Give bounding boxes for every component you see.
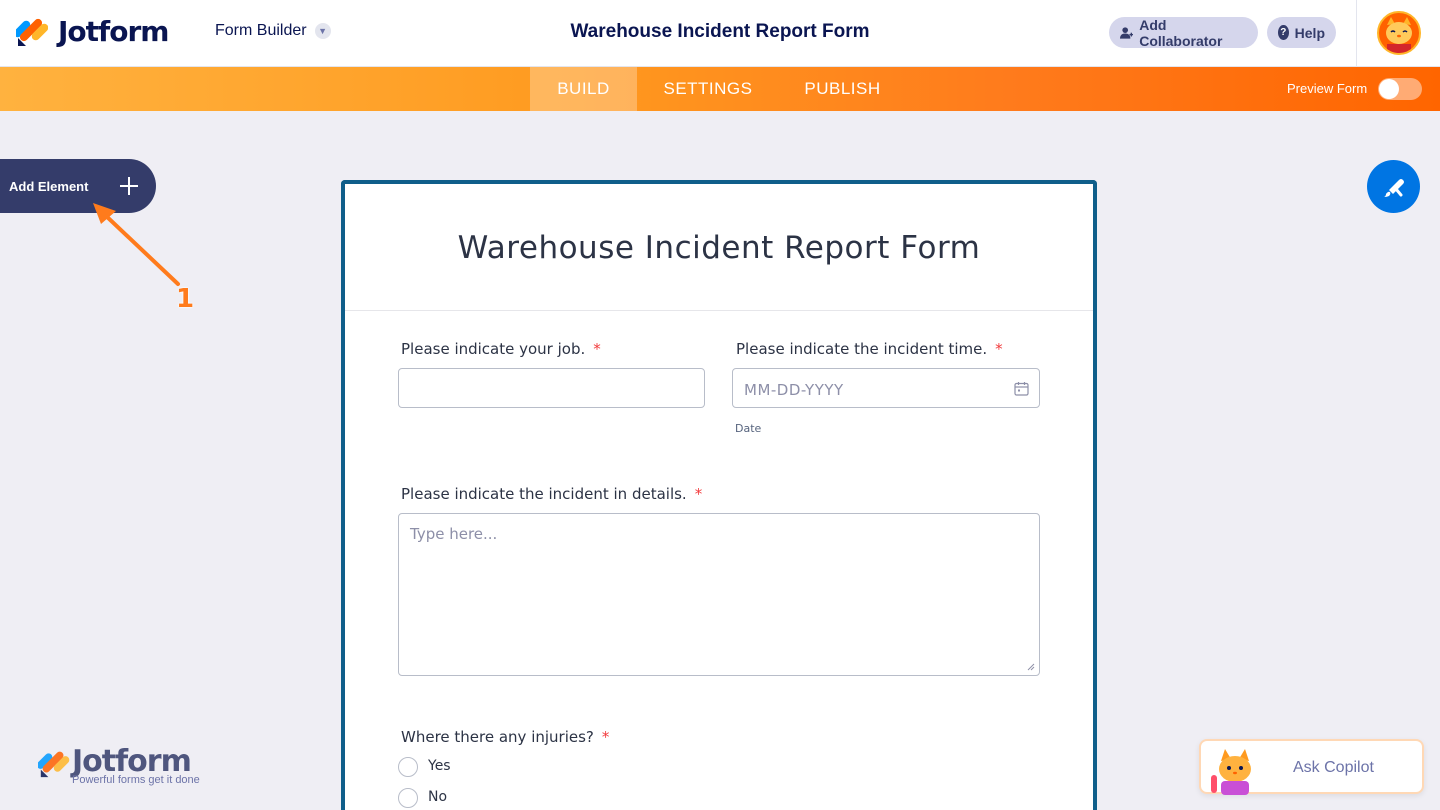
copilot-cat-icon [1211, 749, 1251, 795]
required-mark: * [694, 485, 703, 503]
date-placeholder: MM-DD-YYYY [744, 381, 844, 399]
form-header[interactable]: Warehouse Incident Report Form [345, 184, 1093, 311]
user-avatar[interactable] [1377, 11, 1421, 55]
radio-no-label[interactable]: No [428, 789, 447, 805]
incident-date-input[interactable]: MM-DD-YYYY [732, 368, 1040, 408]
add-element-button[interactable]: Add Element [0, 159, 156, 213]
form-canvas: Warehouse Incident Report Form Please in… [341, 180, 1097, 810]
injuries-field-label[interactable]: Where there any injuries? * [401, 728, 609, 746]
required-mark: * [601, 728, 610, 746]
ask-copilot-label: Ask Copilot [1293, 759, 1374, 776]
injuries-label-text: Where there any injuries? [401, 728, 594, 746]
form-title[interactable]: Warehouse Incident Report Form [345, 230, 1093, 266]
header-divider [1356, 0, 1357, 67]
cat-avatar-icon [1386, 17, 1412, 53]
paint-roller-icon [1383, 178, 1404, 197]
form-designer-button[interactable] [1367, 160, 1420, 213]
tab-settings[interactable]: SETTINGS [640, 67, 776, 111]
required-mark: * [995, 340, 1003, 358]
incident-details-field-label[interactable]: Please indicate the incident in details.… [401, 485, 702, 503]
radio-yes-label[interactable]: Yes [428, 758, 451, 774]
incident-details-label-text: Please indicate the incident in details. [401, 485, 687, 503]
annotation-step-number: 1 [176, 284, 195, 314]
date-sublabel: Date [735, 422, 762, 435]
builder-navbar: BUILD SETTINGS PUBLISH Preview Form [0, 67, 1440, 111]
job-field-label[interactable]: Please indicate your job. * [401, 340, 601, 358]
job-label-text: Please indicate your job. [401, 340, 586, 358]
chevron-down-icon: ▼ [314, 23, 331, 39]
tab-publish[interactable]: PUBLISH [785, 67, 900, 111]
calendar-icon[interactable] [1014, 381, 1029, 396]
resize-handle-icon[interactable] [1027, 663, 1035, 671]
incident-details-textarea[interactable]: Type here... [398, 513, 1040, 676]
logo-text: Jotform [58, 14, 169, 48]
form-builder-dropdown[interactable]: Form Builder ▼ [215, 22, 331, 40]
preview-form-label: Preview Form [1287, 81, 1368, 96]
job-input[interactable] [398, 368, 705, 408]
radio-yes[interactable] [398, 757, 418, 777]
help-label: Help [1294, 24, 1325, 41]
add-element-label: Add Element [9, 178, 89, 194]
top-header: Jotform Form Builder ▼ Warehouse Inciden… [0, 0, 1440, 67]
jotform-logo[interactable]: Jotform [16, 14, 169, 48]
textarea-placeholder: Type here... [410, 525, 498, 543]
ask-copilot-button[interactable]: Ask Copilot [1199, 739, 1424, 795]
brand-tagline: Powerful forms get it done [72, 774, 200, 786]
jotform-branding[interactable]: Jotform Powerful forms get it done [36, 744, 200, 786]
incident-time-label-text: Please indicate the incident time. [736, 340, 988, 358]
add-collaborator-label: Add Collaborator [1139, 16, 1223, 49]
form-builder-label: Form Builder [215, 22, 307, 39]
preview-form-toggle[interactable] [1378, 78, 1422, 100]
add-user-icon [1120, 26, 1134, 39]
plus-icon [120, 177, 138, 195]
help-button[interactable]: ? Help [1267, 17, 1336, 48]
tab-build[interactable]: BUILD [530, 67, 637, 111]
add-collaborator-button[interactable]: Add Collaborator [1109, 16, 1258, 49]
required-mark: * [593, 340, 601, 358]
toggle-knob [1379, 79, 1399, 99]
help-icon: ? [1278, 25, 1289, 40]
radio-no[interactable] [398, 788, 418, 808]
incident-time-field-label[interactable]: Please indicate the incident time. * [736, 340, 1003, 358]
jotform-brand-icon [36, 751, 70, 778]
jotform-logo-icon [16, 18, 48, 46]
